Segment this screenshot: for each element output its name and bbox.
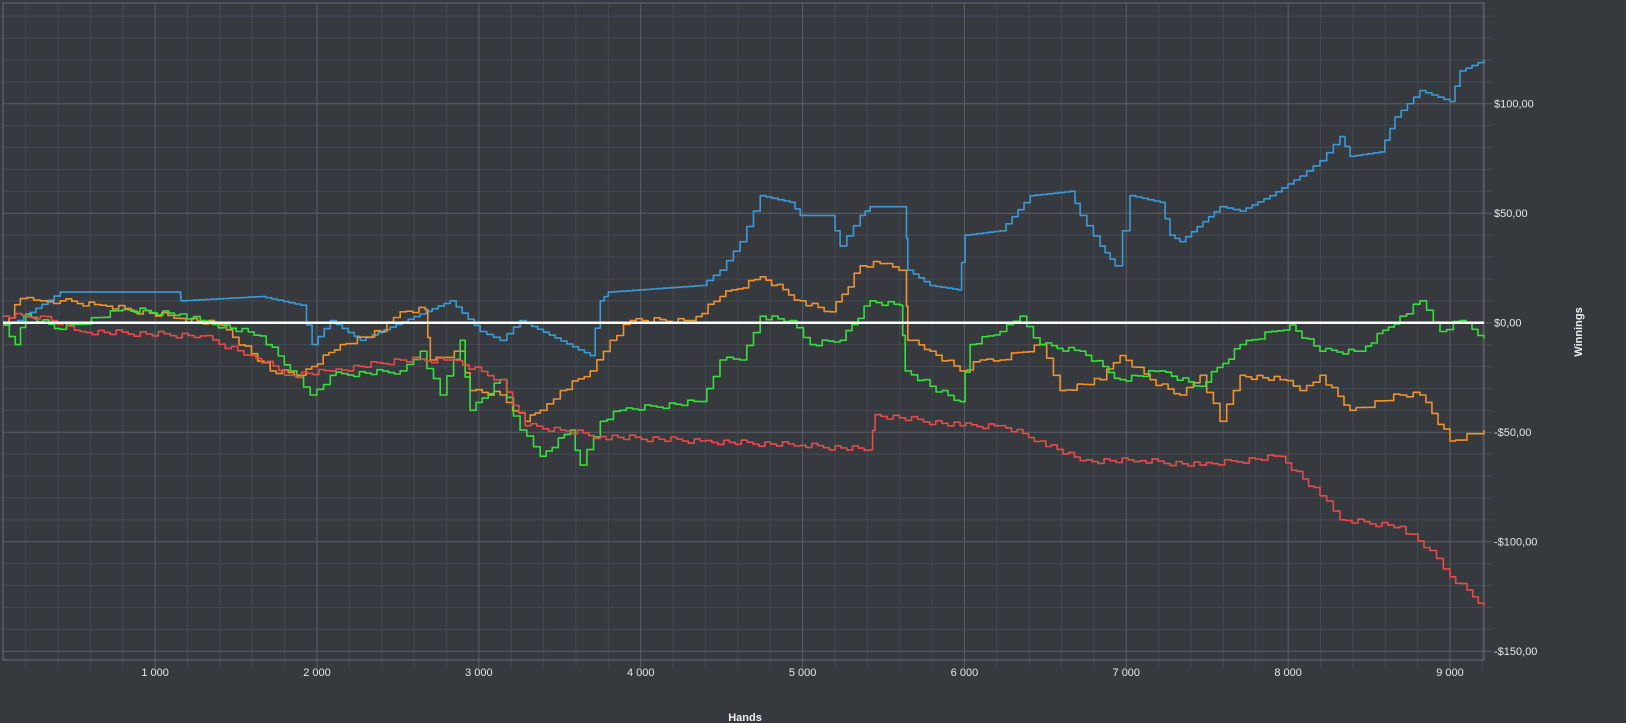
x-tick-label: 9 000: [1436, 667, 1464, 679]
x-axis-label: Hands: [728, 712, 762, 723]
y-tick-label: $50,00: [1494, 208, 1528, 220]
chart-background: [0, 0, 1626, 723]
y-tick-label: -$50,00: [1494, 427, 1531, 439]
x-tick-label: 1 000: [141, 667, 169, 679]
y-tick-label: $0,00: [1494, 318, 1522, 330]
x-tick-label: 4 000: [627, 667, 655, 679]
x-tick-label: 3 000: [465, 667, 493, 679]
x-tick-label: 8 000: [1274, 667, 1302, 679]
x-tick-label: 2 000: [303, 667, 331, 679]
winnings-chart: 1 000 2 000 3 000 4 000 5 000 6 000 7 000 8 000…: [0, 0, 1626, 723]
y-tick-label: $100,00: [1494, 99, 1534, 111]
x-tick-label: 6 000: [951, 667, 979, 679]
y-tick-label: -$150,00: [1494, 646, 1537, 658]
x-tick-label: 7 000: [1113, 667, 1141, 679]
y-tick-label: -$100,00: [1494, 537, 1537, 549]
x-tick-label: 5 000: [789, 667, 817, 679]
y-axis-label: Winnings: [1573, 307, 1585, 356]
